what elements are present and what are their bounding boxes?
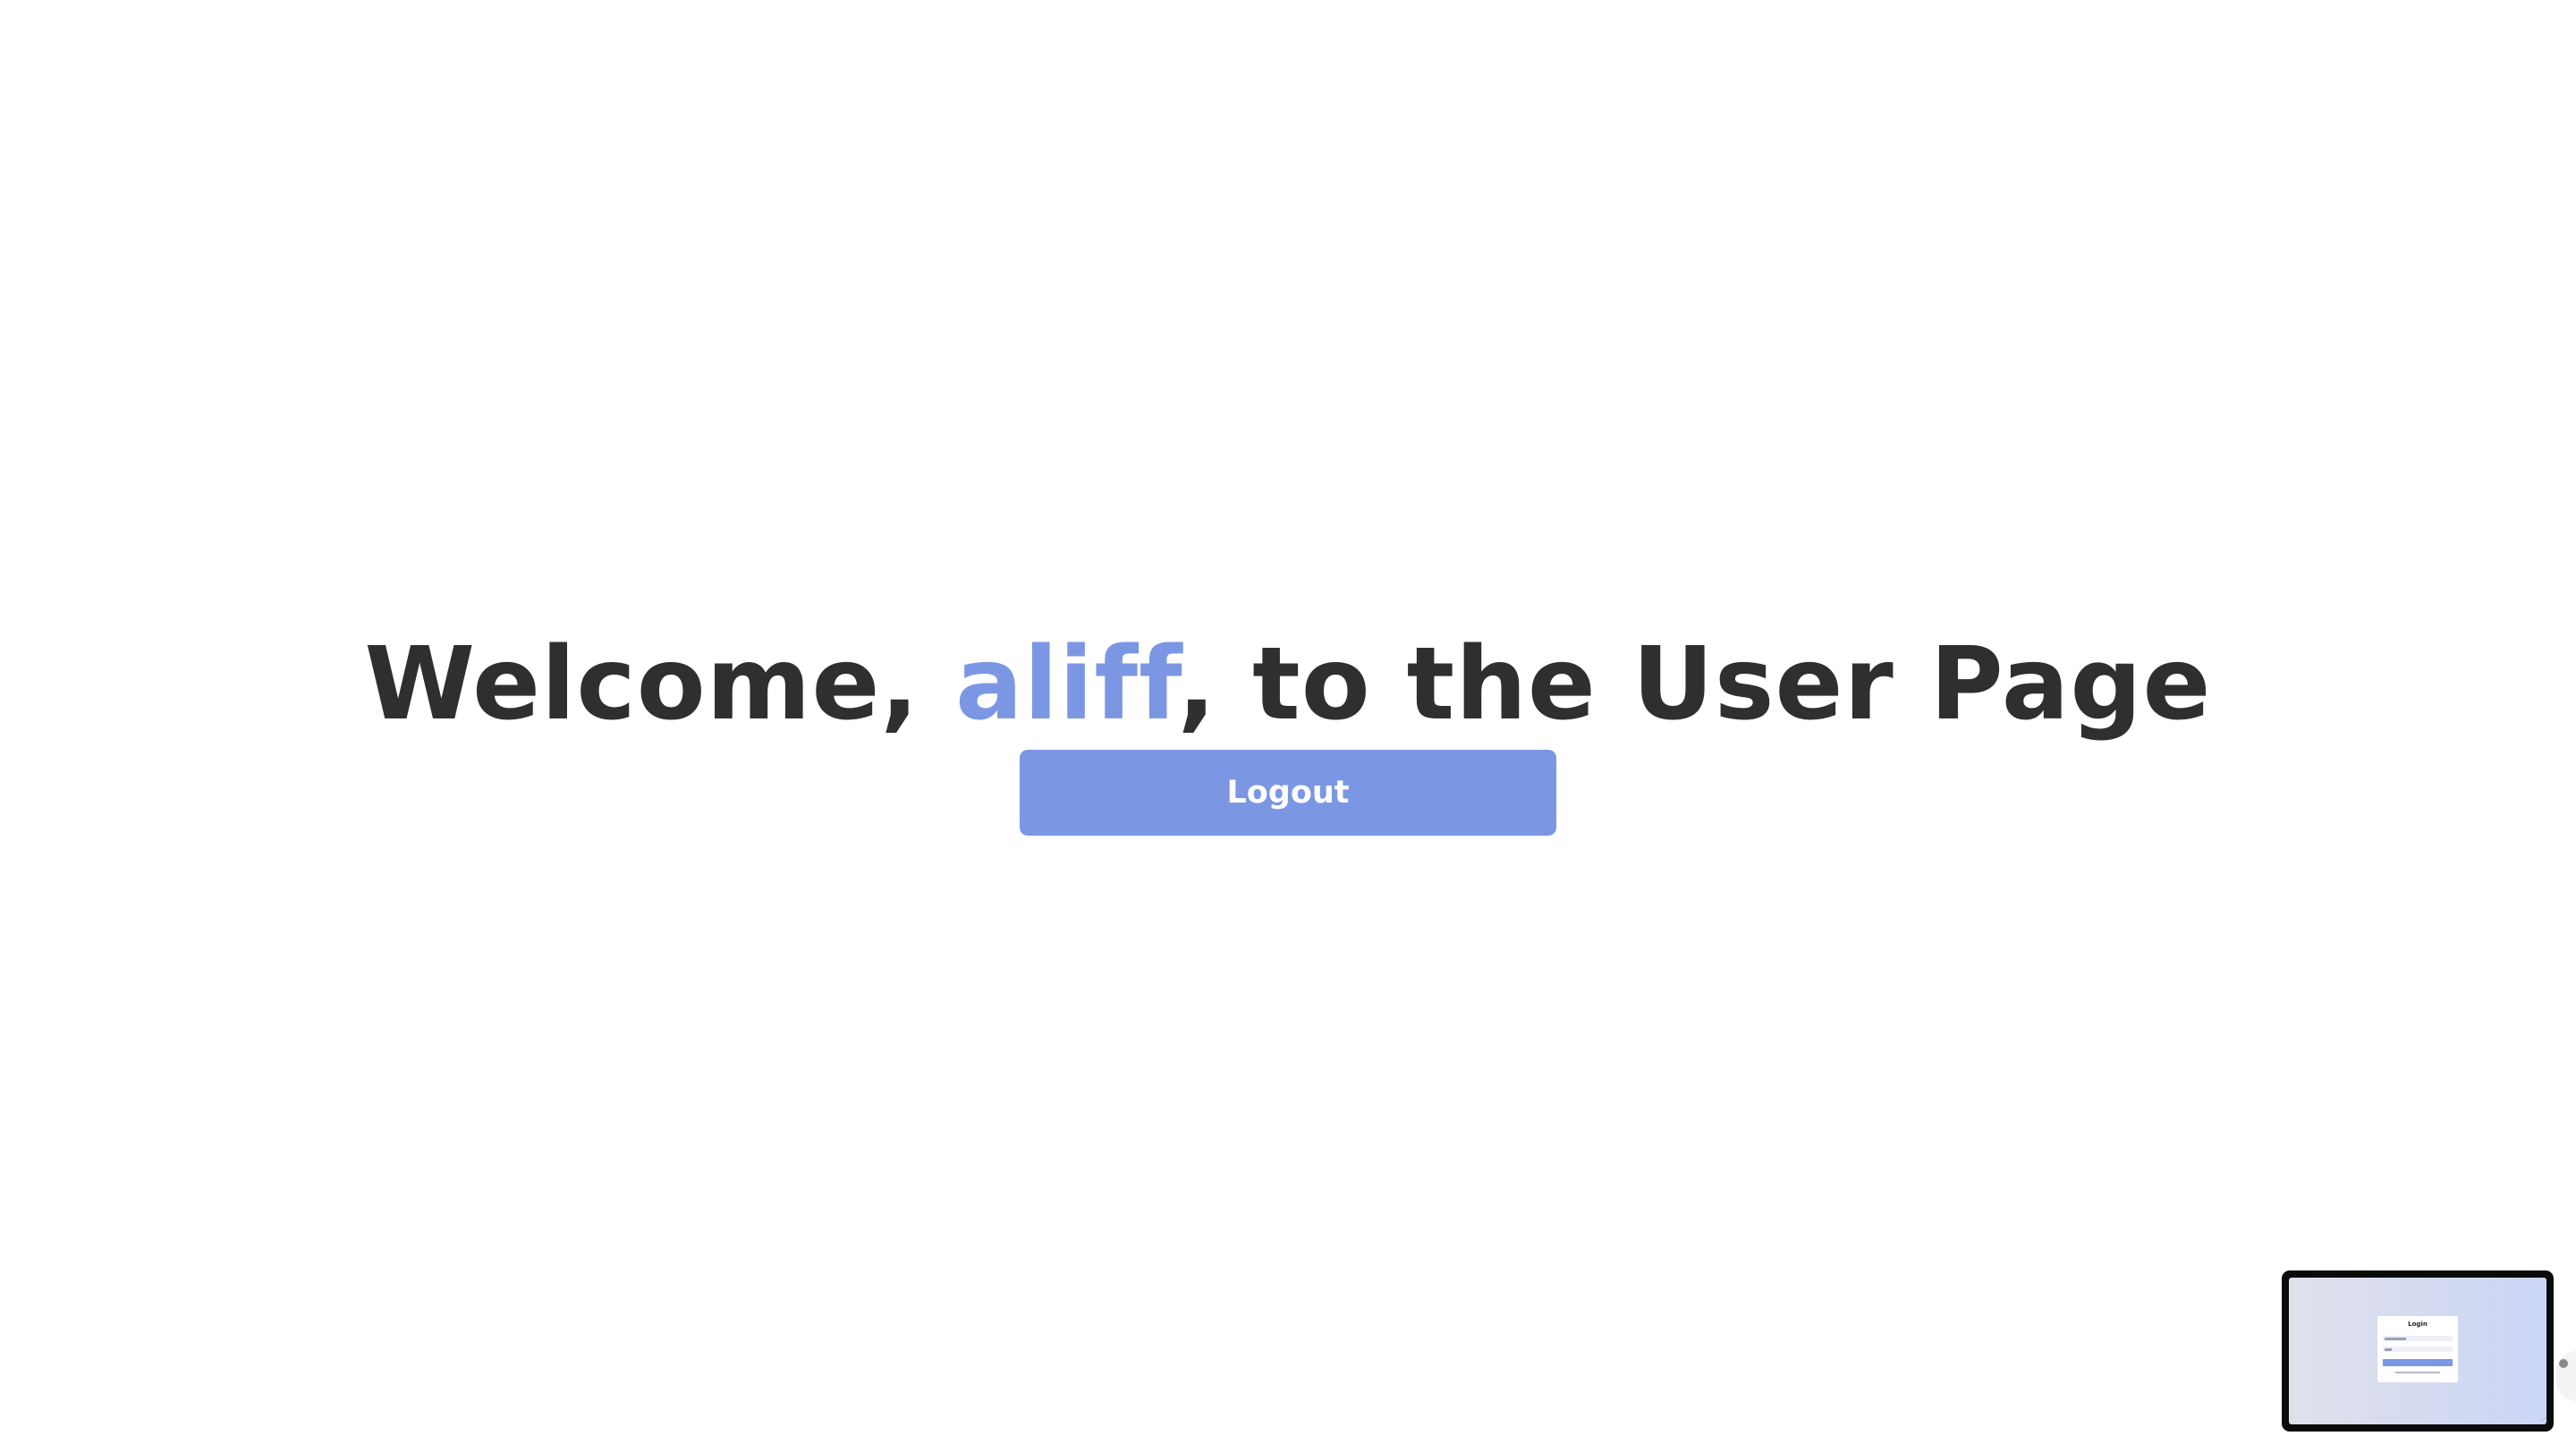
resize-grip-icon[interactable]: ⋰ xyxy=(2540,1418,2546,1423)
preview-login-title: Login xyxy=(2408,1321,2428,1328)
logout-button-label: Logout xyxy=(1226,775,1350,811)
preview-username-value xyxy=(2385,1337,2406,1340)
preview-screen: Login ⋰ xyxy=(2289,1278,2546,1424)
username: aliff xyxy=(954,626,1178,743)
welcome-heading: Welcome, aliff, to the User Page xyxy=(0,617,2576,752)
logout-button[interactable]: Logout xyxy=(1020,750,1556,836)
preview-register-link xyxy=(2395,1372,2440,1373)
preview-password-field xyxy=(2383,1347,2453,1352)
welcome-prefix: Welcome, xyxy=(364,626,955,743)
preview-password-value xyxy=(2385,1347,2392,1351)
screen-preview-thumbnail[interactable]: Login ⋰ xyxy=(2282,1270,2554,1432)
preview-login-card: Login xyxy=(2377,1316,2458,1382)
welcome-suffix: , to the User Page xyxy=(1177,626,2212,743)
preview-username-field xyxy=(2383,1336,2453,1341)
preview-login-button xyxy=(2383,1359,2453,1366)
edge-panel-dot-icon xyxy=(2559,1359,2568,1368)
user-page: Welcome, aliff, to the User Page Logout xyxy=(0,0,2576,1453)
